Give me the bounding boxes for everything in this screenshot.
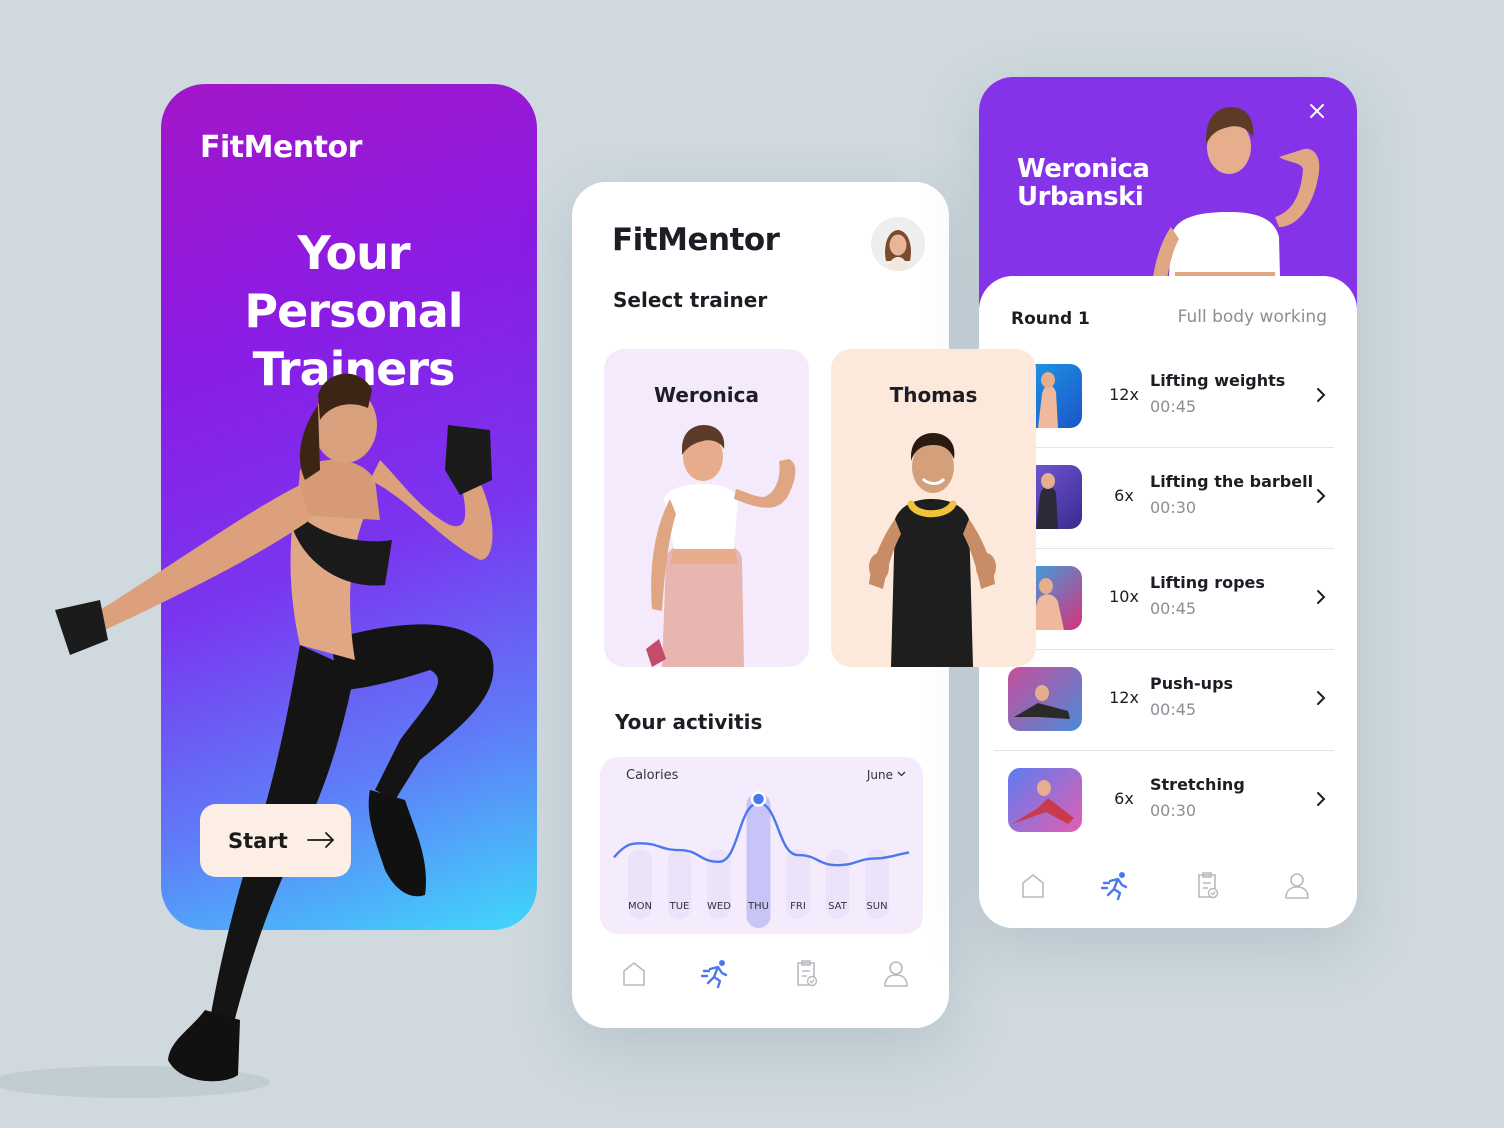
chart-point-highlight[interactable] [750,791,767,807]
chevron-right-icon [1317,590,1326,604]
profile-icon[interactable] [880,957,912,989]
exercise-name: Push-ups [1150,674,1234,693]
calories-chart: MON TUE WED THU FRI SAT SUN [613,791,910,928]
tab-bar [979,869,1357,928]
exercise-thumbnail [1008,768,1082,832]
chevron-right-icon [1317,792,1326,806]
chart-day-label: WED [707,901,731,912]
profile-icon[interactable] [1281,869,1313,901]
trainer-card-weronica[interactable]: Weronica [604,349,809,667]
exercise-reps: 12x [1109,688,1139,707]
chart-day-label: FRI [790,901,806,912]
exercise-reps: 12x [1109,385,1139,404]
exercise-reps: 6x [1114,486,1134,505]
chevron-right-icon [1317,691,1326,705]
clipboard-check-icon[interactable] [790,957,822,989]
chart-day-label: THU [747,901,769,912]
workout-focus: Full body working [1177,307,1327,327]
home-icon[interactable] [618,957,650,989]
calories-chart-card: Calories June MON TUE WED THU FRI SAT SUN [600,757,923,934]
chevron-right-icon [1317,388,1326,402]
exercise-row[interactable]: 10x Lifting ropes 00:45 [994,549,1334,650]
select-trainer-title: Select trainer [613,288,768,312]
exercise-reps: 6x [1114,789,1134,808]
chart-day-label: SAT [828,901,848,912]
chevron-right-icon [1317,489,1326,503]
workout-icon[interactable] [1100,869,1132,901]
exercise-thumbnail [1008,667,1082,731]
round-label: Round 1 [1011,309,1090,329]
clipboard-check-icon[interactable] [1191,869,1223,901]
exercise-reps: 10x [1109,587,1139,606]
exercise-duration: 00:30 [1150,498,1197,517]
exercise-name: Lifting weights [1150,371,1286,390]
trainer-full-name: Weronica Urbanski [1017,154,1150,212]
exercise-duration: 00:30 [1150,801,1197,820]
exercise-name: Stretching [1150,775,1245,794]
trainer-name: Thomas [889,383,978,407]
exercise-row[interactable]: 6x Lifting the barbell 00:30 [994,448,1334,549]
close-icon[interactable] [1307,101,1327,121]
chart-day-label: TUE [669,901,690,912]
home-icon[interactable] [1017,869,1049,901]
app-logo: FitMentor [200,130,362,165]
workout-icon[interactable] [700,957,732,989]
exercise-name: Lifting ropes [1150,573,1265,592]
exercise-row[interactable]: 6x Stretching 00:30 [994,751,1334,852]
chart-day-label: MON [628,901,652,912]
activities-title: Your activitis [615,710,763,734]
exercise-row[interactable]: 12x Push-ups 00:45 [994,650,1334,751]
onboarding-headline: Your Personal Trainers [244,226,463,396]
start-label: Start [228,828,288,853]
exercise-duration: 00:45 [1150,599,1197,618]
arrow-right-icon [307,832,335,848]
exercise-row[interactable]: 12x Lifting weights 00:45 [994,347,1334,448]
trainer-card-thomas[interactable]: Thomas [831,349,1036,667]
exercise-duration: 00:45 [1150,397,1197,416]
select-trainer-screen: FitMentor Select trainer Weronica Thomas… [572,182,1036,1028]
chart-day-label: SUN [866,901,887,912]
avatar-photo [871,217,925,271]
tab-bar [572,957,949,1017]
trainer-name: Weronica [654,383,759,407]
exercise-duration: 00:45 [1150,700,1197,719]
exercise-name: Lifting the barbell [1150,472,1314,491]
start-button[interactable]: Start [200,804,351,877]
user-avatar[interactable] [871,217,925,271]
app-logo: FitMentor [612,222,780,258]
